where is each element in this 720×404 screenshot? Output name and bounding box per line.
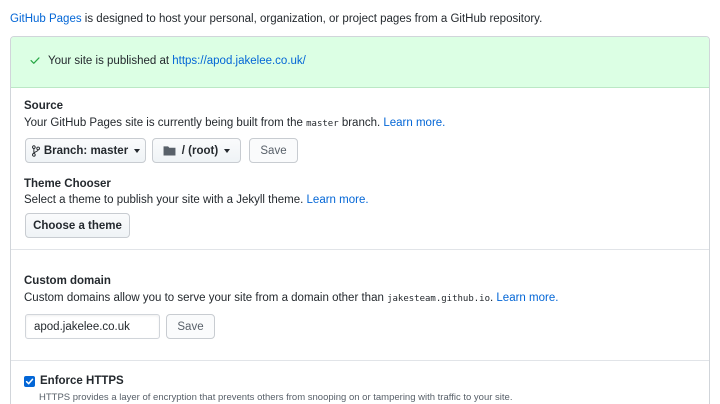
choose-theme-button[interactable]: Choose a theme — [25, 213, 130, 238]
custom-domain-title: Custom domain — [24, 275, 111, 287]
folder-select-label: / (root) — [181, 144, 219, 157]
branch-select-button[interactable]: Branch: master — [25, 138, 146, 163]
chevron-down-icon — [134, 149, 141, 153]
theme-desc-text: Select a theme to publish your site with… — [24, 194, 307, 206]
source-title: Source — [24, 100, 63, 112]
source-desc-text: Your GitHub Pages site is currently bein… — [24, 117, 307, 129]
git-branch-icon — [31, 144, 40, 157]
enforce-https-label: Enforce HTTPS — [40, 375, 124, 387]
published-text: Your site is published at — [48, 55, 173, 67]
source-section: Source Your GitHub Pages site is current… — [11, 88, 709, 250]
enforce-https-checkbox[interactable] — [24, 376, 35, 387]
source-learn-more-link[interactable]: Learn more. — [383, 117, 445, 129]
published-message: Your site is published at https://apod.j… — [48, 55, 306, 67]
theme-learn-more-link[interactable]: Learn more. — [307, 194, 369, 206]
published-url-link[interactable]: https://apod.jakelee.co.uk/ — [172, 55, 306, 67]
domain-desc-text: Custom domains allow you to serve your s… — [24, 292, 388, 304]
custom-domain-description: Custom domains allow you to serve your s… — [24, 292, 558, 304]
pages-intro: GitHub Pages is designed to host your pe… — [10, 13, 542, 25]
custom-domain-save-button[interactable]: Save — [166, 314, 215, 339]
published-flash: Your site is published at https://apod.j… — [11, 37, 709, 88]
check-icon — [30, 57, 40, 64]
pages-settings-box: Your site is published at https://apod.j… — [10, 36, 710, 404]
github-pages-settings: GitHub Pages is designed to host your pe… — [0, 0, 720, 404]
source-save-button[interactable]: Save — [249, 138, 298, 163]
github-io-code: jakesteam.github.io — [387, 294, 491, 304]
source-description: Your GitHub Pages site is currently bein… — [24, 117, 445, 129]
https-section: Enforce HTTPS HTTPS provides a layer of … — [11, 361, 709, 404]
chevron-down-icon — [224, 149, 231, 153]
domain-learn-more-link[interactable]: Learn more. — [496, 292, 558, 304]
pages-intro-text: is designed to host your personal, organ… — [81, 13, 543, 25]
theme-chooser-title: Theme Chooser — [24, 178, 111, 190]
source-desc-text-2: branch. — [338, 117, 384, 129]
theme-chooser-description: Select a theme to publish your site with… — [24, 194, 369, 206]
enforce-https-description: HTTPS provides a layer of encryption tha… — [39, 392, 513, 403]
custom-domain-input[interactable]: apod.jakelee.co.uk — [25, 314, 160, 339]
github-pages-link[interactable]: GitHub Pages — [10, 13, 82, 25]
checkmark-icon — [25, 378, 34, 385]
branch-select-label: Branch: master — [43, 144, 129, 157]
folder-icon — [163, 146, 176, 156]
folder-select-button[interactable]: / (root) — [152, 138, 241, 163]
custom-domain-section: Custom domain Custom domains allow you t… — [11, 250, 709, 361]
branch-code: master — [306, 119, 339, 129]
